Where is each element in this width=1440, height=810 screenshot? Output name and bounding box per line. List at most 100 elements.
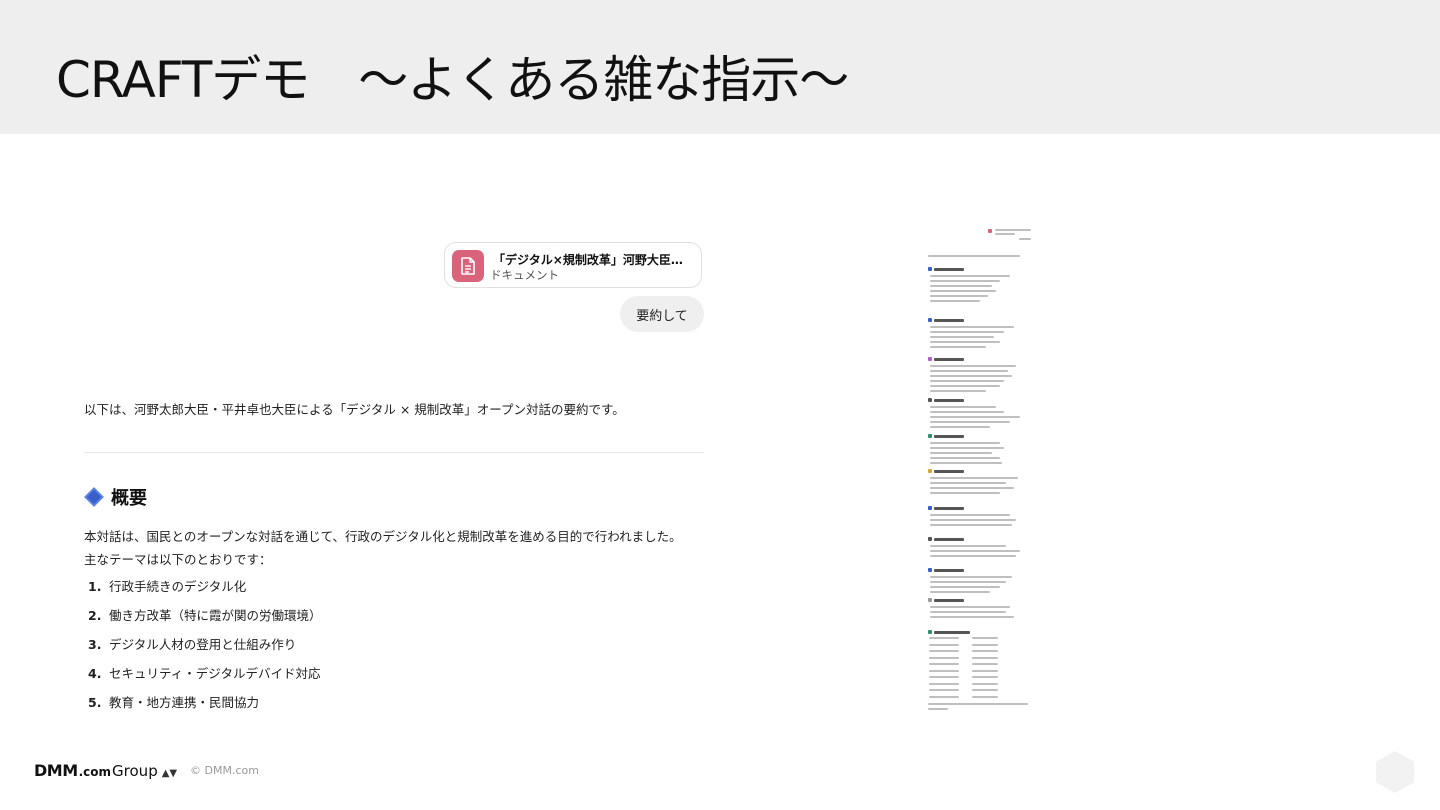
list-item: 5. 教育・地方連携・民間協力: [88, 695, 260, 710]
thumb-bullet: [988, 229, 992, 233]
thumb-line: [930, 611, 1006, 613]
thumb-line: [930, 406, 996, 408]
thumb-line: [930, 581, 1006, 583]
thumb-line: [929, 637, 959, 639]
thumb-line: [930, 285, 992, 287]
thumb-line: [930, 514, 1010, 516]
thumb-line: [930, 290, 996, 292]
list-item: 3. デジタル人材の登用と仕組み作り: [88, 637, 297, 652]
thumb-line: [929, 682, 959, 685]
thumb-bullet: [928, 318, 932, 322]
thumb-line: [930, 616, 1014, 618]
thumb-line: [930, 462, 1002, 464]
thumb-line: [972, 689, 998, 691]
thumb-line: [930, 275, 1010, 277]
thumb-heading: [934, 435, 964, 438]
thumb-bullet: [928, 469, 932, 473]
thumb-heading: [934, 399, 964, 402]
thumb-bullet: [928, 630, 932, 634]
thumb-line: [930, 477, 1018, 479]
section-title: 概要: [111, 488, 147, 509]
thumb-line: [930, 416, 1020, 418]
attachment-card[interactable]: 「デジタル×規制改革」河野大臣・平... ドキュメント: [444, 242, 702, 288]
user-message-bubble: 要約して: [620, 296, 704, 332]
thumb-bullet: [928, 598, 932, 602]
thumb-line: [930, 519, 1016, 521]
response-divider: [84, 452, 704, 453]
thumb-line: [972, 676, 998, 678]
thumb-line: [930, 295, 988, 297]
thumb-line: [930, 487, 1014, 489]
thumb-line: [929, 689, 959, 691]
thumb-line: [929, 663, 959, 665]
list-item: 1. 行政手続きのデジタル化: [88, 579, 247, 594]
thumb-line: [930, 492, 1000, 494]
thumb-line: [972, 637, 998, 639]
thumb-line: [928, 255, 1020, 257]
thumb-line: [930, 550, 1020, 552]
document-icon: [452, 250, 484, 282]
thumb-heading: [934, 569, 964, 572]
thumb-bullet: [928, 537, 932, 541]
thumb-heading: [934, 507, 964, 510]
thumb-line: [929, 656, 959, 659]
thumb-line: [929, 650, 959, 652]
response-intro: 以下は、河野太郎大臣・平井卓也大臣による「デジタル × 規制改革」オープン対話の…: [84, 402, 625, 417]
thumb-heading: [934, 599, 964, 602]
thumb-line: [930, 300, 980, 302]
thumb-line: [928, 703, 1028, 705]
thumb-line: [930, 421, 1010, 423]
thumb-heading: [934, 268, 964, 271]
thumb-line: [972, 656, 998, 659]
thumb-line: [929, 643, 959, 646]
thumb-line: [930, 326, 1014, 328]
thumb-heading: [934, 319, 964, 322]
thumb-line: [930, 442, 1000, 444]
thumb-line: [930, 457, 1000, 459]
thumb-line: [930, 385, 1000, 387]
thumb-line: [995, 233, 1015, 235]
thumb-heading: [934, 358, 964, 361]
theme-list: 1. 行政手続きのデジタル化 2. 働き方改革（特に霞が関の労働環境） 3. デジタル…: [88, 576, 322, 721]
section-heading: 概要: [84, 484, 147, 510]
thumb-line: [930, 341, 1000, 343]
thumb-line: [930, 331, 1004, 333]
thumb-line: [930, 336, 994, 338]
body-line-2: 主なテーマは以下のとおりです：: [84, 552, 272, 567]
dmm-group-logo: DMM .com Group ▲▼: [34, 761, 178, 780]
thumb-line: [1019, 238, 1031, 240]
thumb-line: [930, 280, 1000, 282]
attachment-title: 「デジタル×規制改革」河野大臣・平...: [493, 253, 693, 267]
copyright: © DMM.com: [190, 764, 259, 777]
thumb-line: [930, 586, 1000, 588]
list-item: 4. セキュリティ・デジタルデバイド対応: [88, 666, 321, 681]
thumb-line: [930, 545, 1006, 547]
thumb-line: [930, 591, 990, 593]
blue-diamond-icon: [84, 487, 104, 507]
thumb-line: [930, 365, 1016, 367]
thumb-line: [930, 411, 1004, 413]
slide-title: CRAFTデモ ～よくある雑な指示～: [56, 51, 849, 109]
thumb-line: [930, 606, 1010, 608]
thumb-bullet: [928, 506, 932, 510]
slide-header: CRAFTデモ ～よくある雑な指示～: [0, 0, 1440, 134]
thumb-heading: [934, 538, 964, 541]
thumb-bullet: [928, 434, 932, 438]
thumb-line: [930, 390, 986, 392]
list-item: 2. 働き方改革（特に霞が関の労働環境）: [88, 608, 322, 623]
thumb-heading: [934, 470, 964, 473]
body-line-1: 本対話は、国民とのオープンな対話を通じて、行政のデジタル化と規制改革を進める目的…: [84, 529, 682, 544]
thumb-line: [930, 447, 1004, 449]
conversation-thumbnail: [925, 226, 1037, 712]
thumb-line: [995, 229, 1031, 231]
thumb-line: [930, 452, 992, 454]
thumb-line: [972, 663, 998, 665]
thumb-bullet: [928, 267, 932, 271]
section-body: 本対話は、国民とのオープンな対話を通じて、行政のデジタル化と規制改革を進める目的…: [84, 525, 724, 571]
thumb-line: [972, 650, 998, 652]
thumb-line: [930, 426, 990, 428]
thumb-bullet: [928, 398, 932, 402]
thumb-bullet: [928, 357, 932, 361]
thumb-line: [972, 695, 998, 698]
thumb-line: [930, 375, 1012, 377]
